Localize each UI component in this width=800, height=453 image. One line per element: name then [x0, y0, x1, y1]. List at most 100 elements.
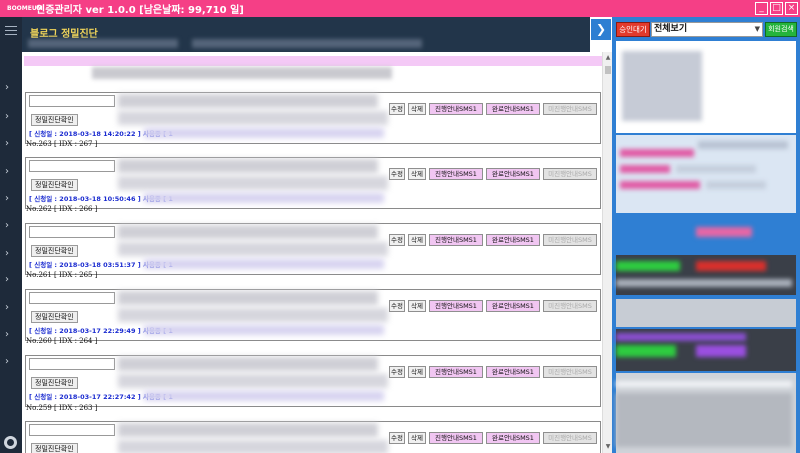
complete-sms-button[interactable]: 완료안내SMS1 — [486, 300, 540, 312]
chevron-right-icon[interactable]: › — [5, 83, 9, 93]
pending-sms-button: 미진행안내SMS — [543, 234, 597, 246]
pending-sms-button: 미진행안내SMS — [543, 168, 597, 180]
pending-sms-button: 미진행안내SMS — [543, 300, 597, 312]
redacted-text — [144, 325, 384, 335]
complete-sms-button[interactable]: 완료안내SMS1 — [486, 366, 540, 378]
delete-button[interactable]: 삭제 — [408, 432, 426, 444]
redacted-text — [118, 111, 388, 125]
window-title: 인증관리자 ver 1.0.0 [남은날짜: 99,710 일] — [36, 5, 244, 16]
member-search-button[interactable]: 회원검색 — [765, 22, 797, 37]
edit-button[interactable]: 수정 — [389, 103, 405, 115]
check-diagnosis-button[interactable]: 정밀진단확인 — [31, 377, 78, 389]
chevron-right-icon[interactable]: › — [5, 221, 9, 231]
chevron-right-icon[interactable]: › — [5, 303, 9, 313]
chevron-right-icon[interactable]: › — [5, 112, 9, 122]
text-input[interactable] — [29, 95, 115, 107]
approval-pending-button[interactable]: 승인대기 — [616, 22, 650, 37]
redacted-banner — [24, 56, 604, 66]
filter-select[interactable]: 전체보기 ▼ — [651, 22, 763, 37]
right-panel: 승인대기 전체보기 ▼ 회원검색 — [612, 17, 800, 453]
check-diagnosis-button[interactable]: 정밀진단확인 — [31, 114, 78, 126]
vertical-scrollbar[interactable]: ▲ ▼ — [602, 52, 612, 453]
text-input[interactable] — [29, 424, 115, 436]
progress-sms-button[interactable]: 진행안내SMS1 — [429, 234, 483, 246]
entry-number: No.263 [ IDX : 267 ] — [26, 140, 98, 148]
check-diagnosis-button[interactable]: 정밀진단확인 — [31, 311, 78, 323]
chevron-right-icon[interactable]: ❯ — [591, 19, 611, 40]
redacted-text — [118, 225, 378, 239]
chevron-right-icon[interactable]: › — [5, 357, 9, 367]
entry-number: No.259 [ IDX : 263 ] — [26, 404, 98, 412]
list-item: 정밀진단확인 [ 신청일 : 2018-03-18 10:50:46 ] 사용종… — [25, 157, 601, 209]
delete-button[interactable]: 삭제 — [408, 234, 426, 246]
delete-button[interactable]: 삭제 — [408, 300, 426, 312]
title-bar: BOOMEUM 인증관리자 ver 1.0.0 [남은날짜: 99,710 일]… — [0, 0, 800, 17]
chevron-right-icon[interactable]: › — [5, 330, 9, 340]
progress-sms-button[interactable]: 진행안내SMS1 — [429, 168, 483, 180]
app-logo: BOOMEUM — [7, 5, 43, 12]
redacted-text — [676, 165, 756, 173]
complete-sms-button[interactable]: 완료안내SMS1 — [486, 234, 540, 246]
scroll-down-icon[interactable]: ▼ — [604, 443, 612, 451]
redacted-text — [118, 291, 378, 305]
redacted-text — [616, 279, 792, 287]
delete-button[interactable]: 삭제 — [408, 103, 426, 115]
chevron-down-icon: ▼ — [754, 25, 760, 33]
chevron-right-icon[interactable]: › — [5, 194, 9, 204]
complete-sms-button[interactable]: 완료안내SMS1 — [486, 432, 540, 444]
edit-button[interactable]: 수정 — [389, 300, 405, 312]
redacted-text — [144, 259, 384, 269]
redacted-text — [118, 440, 388, 453]
redacted-text — [620, 181, 700, 189]
minimize-button[interactable]: _ — [755, 2, 768, 15]
redacted-text — [616, 381, 792, 387]
redacted-text — [192, 39, 422, 48]
progress-sms-button[interactable]: 진행안내SMS1 — [429, 432, 483, 444]
chevron-right-icon[interactable]: › — [5, 139, 9, 149]
entry-number: No.261 [ IDX : 265 ] — [26, 271, 98, 279]
detail-card — [616, 135, 796, 213]
redacted-text — [118, 242, 388, 256]
close-button[interactable]: × — [785, 2, 798, 15]
redacted-image — [622, 51, 702, 121]
progress-sms-button[interactable]: 진행안내SMS1 — [429, 103, 483, 115]
delete-button[interactable]: 삭제 — [408, 366, 426, 378]
scroll-thumb[interactable] — [605, 66, 611, 74]
redacted-text — [118, 423, 378, 437]
redacted-image — [616, 393, 792, 447]
complete-sms-button[interactable]: 완료안내SMS1 — [486, 103, 540, 115]
check-diagnosis-button[interactable]: 정밀진단확인 — [31, 443, 78, 453]
edit-button[interactable]: 수정 — [389, 366, 405, 378]
progress-sms-button[interactable]: 진행안내SMS1 — [429, 366, 483, 378]
chevron-right-icon[interactable]: › — [5, 275, 9, 285]
text-input[interactable] — [29, 226, 115, 238]
redacted-text — [696, 227, 752, 237]
redacted-text — [706, 181, 766, 189]
redacted-text — [698, 141, 788, 149]
edit-button[interactable]: 수정 — [389, 168, 405, 180]
chevron-right-icon[interactable]: › — [5, 249, 9, 259]
maximize-button[interactable]: □ — [770, 2, 783, 15]
menu-icon[interactable] — [5, 26, 17, 35]
edit-button[interactable]: 수정 — [389, 432, 405, 444]
check-diagnosis-button[interactable]: 정밀진단확인 — [31, 179, 78, 191]
redacted-text — [118, 374, 388, 388]
entry-number: No.260 [ IDX : 264 ] — [26, 337, 98, 345]
progress-sms-button[interactable]: 진행안내SMS1 — [429, 300, 483, 312]
text-input[interactable] — [29, 292, 115, 304]
text-input[interactable] — [29, 160, 115, 172]
detail-card — [616, 373, 796, 453]
check-diagnosis-button[interactable]: 정밀진단확인 — [31, 245, 78, 257]
text-input[interactable] — [29, 358, 115, 370]
gear-icon[interactable] — [4, 436, 17, 449]
redacted-text — [616, 345, 676, 357]
complete-sms-button[interactable]: 완료안내SMS1 — [486, 168, 540, 180]
delete-button[interactable]: 삭제 — [408, 168, 426, 180]
scroll-up-icon[interactable]: ▲ — [604, 54, 612, 62]
redacted-text — [92, 67, 392, 79]
request-list: 정밀진단확인 [ 신청일 : 2018-03-18 14:20:22 ] 사용종… — [22, 52, 612, 453]
detail-card — [616, 41, 796, 133]
redacted-text — [118, 94, 378, 108]
chevron-right-icon[interactable]: › — [5, 167, 9, 177]
edit-button[interactable]: 수정 — [389, 234, 405, 246]
